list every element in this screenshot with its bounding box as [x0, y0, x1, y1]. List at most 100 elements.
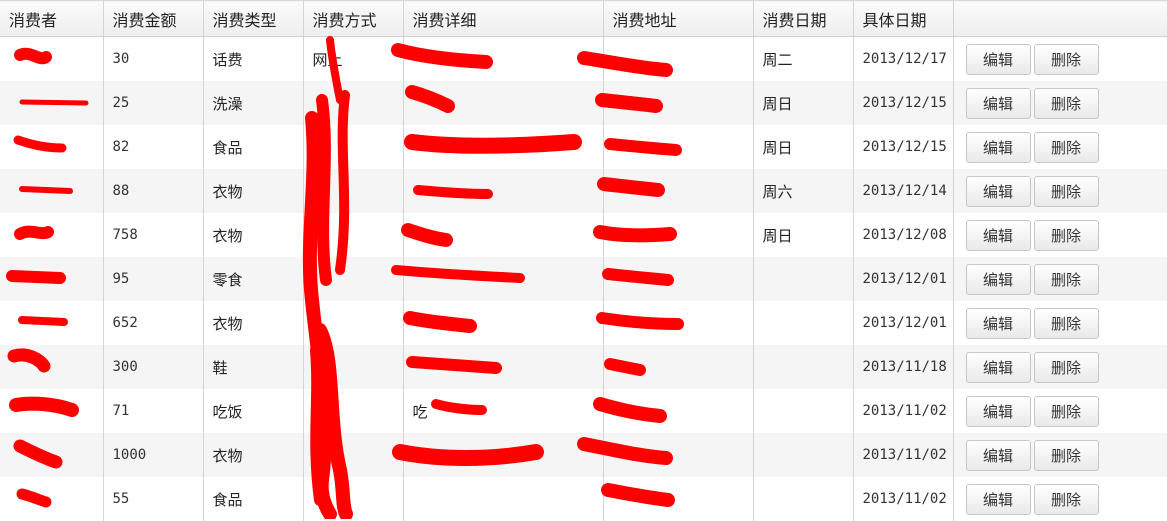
- cell-weekday: [753, 389, 853, 433]
- edit-button[interactable]: 编辑: [966, 220, 1031, 251]
- consumption-table: 消费者 消费金额 消费类型 消费方式 消费详细 消费地址 消费日期 具体日期 3…: [0, 0, 1167, 521]
- delete-button[interactable]: 删除: [1034, 220, 1099, 251]
- cell-address: [603, 477, 753, 521]
- cell-amount: 95: [103, 257, 203, 301]
- cell-detail: [403, 257, 603, 301]
- cell-detail: [403, 345, 603, 389]
- header-amount[interactable]: 消费金额: [103, 1, 203, 37]
- cell-detail: [403, 213, 603, 257]
- cell-detail: 吃: [403, 389, 603, 433]
- table-row: 55 食品 2013/11/02 编辑删除: [0, 477, 1167, 521]
- cell-weekday: 周日: [753, 125, 853, 169]
- cell-consumer: [0, 389, 103, 433]
- cell-type: 食品: [203, 125, 303, 169]
- cell-amount: 55: [103, 477, 203, 521]
- cell-weekday: [753, 433, 853, 477]
- edit-button[interactable]: 编辑: [966, 484, 1031, 515]
- edit-button[interactable]: 编辑: [966, 88, 1031, 119]
- cell-actions: 编辑删除: [953, 389, 1167, 433]
- cell-date: 2013/11/02: [853, 389, 953, 433]
- cell-method: [303, 477, 403, 521]
- edit-button[interactable]: 编辑: [966, 176, 1031, 207]
- delete-button[interactable]: 删除: [1034, 264, 1099, 295]
- cell-address: [603, 37, 753, 82]
- delete-button[interactable]: 删除: [1034, 308, 1099, 339]
- edit-button[interactable]: 编辑: [966, 440, 1031, 471]
- cell-date: 2013/12/08: [853, 213, 953, 257]
- header-method[interactable]: 消费方式: [303, 1, 403, 37]
- cell-method: [303, 257, 403, 301]
- delete-button[interactable]: 删除: [1034, 484, 1099, 515]
- cell-method: [303, 81, 403, 125]
- cell-detail: [403, 477, 603, 521]
- cell-type: 零食: [203, 257, 303, 301]
- cell-consumer: [0, 213, 103, 257]
- cell-weekday: 周二: [753, 37, 853, 82]
- cell-address: [603, 301, 753, 345]
- consumption-table-panel: 消费者 消费金额 消费类型 消费方式 消费详细 消费地址 消费日期 具体日期 3…: [0, 0, 1167, 519]
- cell-address: [603, 433, 753, 477]
- delete-button[interactable]: 删除: [1034, 132, 1099, 163]
- cell-address: [603, 389, 753, 433]
- cell-actions: 编辑删除: [953, 345, 1167, 389]
- header-detail[interactable]: 消费详细: [403, 1, 603, 37]
- cell-method: [303, 345, 403, 389]
- cell-method: [303, 169, 403, 213]
- edit-button[interactable]: 编辑: [966, 44, 1031, 75]
- cell-detail: [403, 81, 603, 125]
- cell-consumer: [0, 125, 103, 169]
- cell-actions: 编辑删除: [953, 81, 1167, 125]
- cell-date: 2013/12/01: [853, 257, 953, 301]
- cell-type: 鞋: [203, 345, 303, 389]
- delete-button[interactable]: 删除: [1034, 396, 1099, 427]
- table-row: 758 衣物 周日 2013/12/08 编辑删除: [0, 213, 1167, 257]
- cell-consumer: [0, 169, 103, 213]
- edit-button[interactable]: 编辑: [966, 352, 1031, 383]
- cell-address: [603, 345, 753, 389]
- cell-amount: 30: [103, 37, 203, 82]
- edit-button[interactable]: 编辑: [966, 264, 1031, 295]
- cell-method: [303, 389, 403, 433]
- delete-button[interactable]: 删除: [1034, 176, 1099, 207]
- cell-date: 2013/12/14: [853, 169, 953, 213]
- cell-date: 2013/12/17: [853, 37, 953, 82]
- edit-button[interactable]: 编辑: [966, 396, 1031, 427]
- cell-type: 衣物: [203, 433, 303, 477]
- cell-actions: 编辑删除: [953, 301, 1167, 345]
- table-row: 71 吃饭 吃 2013/11/02 编辑删除: [0, 389, 1167, 433]
- cell-weekday: [753, 345, 853, 389]
- cell-address: [603, 213, 753, 257]
- cell-actions: 编辑删除: [953, 477, 1167, 521]
- cell-address: [603, 257, 753, 301]
- header-weekday[interactable]: 消费日期: [753, 1, 853, 37]
- cell-actions: 编辑删除: [953, 169, 1167, 213]
- edit-button[interactable]: 编辑: [966, 132, 1031, 163]
- cell-actions: 编辑删除: [953, 37, 1167, 82]
- cell-date: 2013/11/02: [853, 433, 953, 477]
- table-row: 300 鞋 2013/11/18 编辑删除: [0, 345, 1167, 389]
- table-row: 30 话费 网上 周二 2013/12/17 编辑删除: [0, 37, 1167, 82]
- table-row: 82 食品 周日 2013/12/15 编辑删除: [0, 125, 1167, 169]
- cell-consumer: [0, 257, 103, 301]
- cell-amount: 758: [103, 213, 203, 257]
- edit-button[interactable]: 编辑: [966, 308, 1031, 339]
- cell-weekday: 周六: [753, 169, 853, 213]
- header-consumer[interactable]: 消费者: [0, 1, 103, 37]
- header-type[interactable]: 消费类型: [203, 1, 303, 37]
- cell-amount: 71: [103, 389, 203, 433]
- cell-consumer: [0, 477, 103, 521]
- delete-button[interactable]: 删除: [1034, 88, 1099, 119]
- cell-method: [303, 433, 403, 477]
- delete-button[interactable]: 删除: [1034, 440, 1099, 471]
- cell-detail: [403, 433, 603, 477]
- cell-amount: 300: [103, 345, 203, 389]
- delete-button[interactable]: 删除: [1034, 352, 1099, 383]
- cell-address: [603, 125, 753, 169]
- cell-consumer: [0, 345, 103, 389]
- header-address[interactable]: 消费地址: [603, 1, 753, 37]
- delete-button[interactable]: 删除: [1034, 44, 1099, 75]
- table-row: 652 衣物 2013/12/01 编辑删除: [0, 301, 1167, 345]
- cell-type: 衣物: [203, 213, 303, 257]
- header-date[interactable]: 具体日期: [853, 1, 953, 37]
- cell-method: [303, 301, 403, 345]
